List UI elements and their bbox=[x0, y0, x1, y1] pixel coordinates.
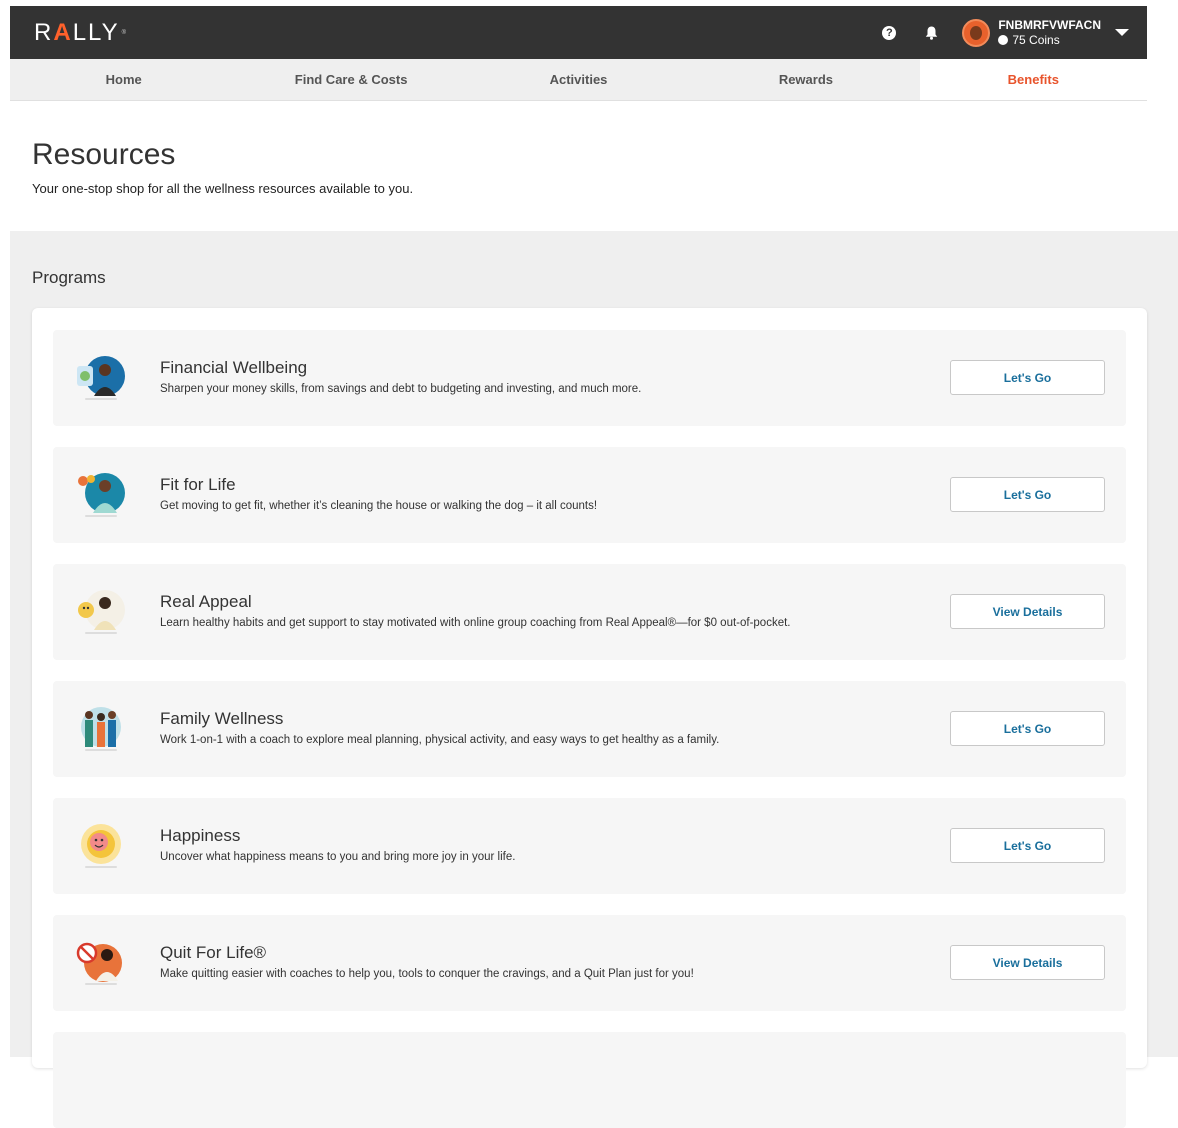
view-details-button[interactable]: View Details bbox=[950, 945, 1105, 980]
financial-wellbeing-icon bbox=[77, 356, 125, 400]
lets-go-button[interactable]: Let's Go bbox=[950, 477, 1105, 512]
program-description: Learn healthy habits and get support to … bbox=[160, 617, 791, 629]
chevron-down-icon[interactable] bbox=[1115, 29, 1129, 36]
programs-card: Financial Wellbeing Sharpen your money s… bbox=[32, 308, 1147, 1128]
page-title: Resources bbox=[32, 138, 176, 171]
view-details-button[interactable]: View Details bbox=[950, 594, 1105, 629]
program-description: Uncover what happiness means to you and … bbox=[160, 851, 516, 863]
avatar[interactable] bbox=[962, 18, 991, 47]
program-title: Financial Wellbeing bbox=[160, 358, 308, 377]
tab-find-care-costs[interactable]: Find Care & Costs bbox=[237, 59, 464, 100]
program-title: Real Appeal bbox=[160, 592, 252, 611]
program-description: Work 1-on-1 with a coach to explore meal… bbox=[160, 734, 720, 746]
coin-balance: 75 Coins bbox=[998, 33, 1101, 47]
bell-icon[interactable] bbox=[920, 22, 942, 44]
rally-logo[interactable]: R A LLY ® bbox=[34, 19, 128, 47]
program-item: Financial Wellbeing Sharpen your money s… bbox=[53, 330, 1126, 426]
program-item: Family Wellness Work 1-on-1 with a coach… bbox=[53, 681, 1126, 777]
program-description: Get moving to get fit, whether it’s clea… bbox=[160, 500, 598, 512]
fit-for-life-icon bbox=[78, 473, 125, 517]
program-description: Sharpen your money skills, from savings … bbox=[160, 383, 642, 395]
page-header: Resources Your one-stop shop for all the… bbox=[32, 138, 413, 196]
page-subtitle: Your one-stop shop for all the wellness … bbox=[32, 181, 414, 196]
coin-icon bbox=[998, 35, 1009, 45]
program-item: Happiness Uncover what happiness means t… bbox=[53, 798, 1126, 894]
program-title: Family Wellness bbox=[160, 709, 284, 728]
happiness-icon bbox=[81, 824, 121, 868]
real-appeal-icon bbox=[78, 590, 125, 634]
user-name: FNBMRFVWFACN bbox=[998, 18, 1101, 32]
program-title: Fit for Life bbox=[160, 475, 236, 494]
program-title: Quit For Life® bbox=[160, 943, 267, 962]
tab-activities[interactable]: Activities bbox=[465, 59, 692, 100]
lets-go-button[interactable]: Let's Go bbox=[950, 360, 1105, 395]
help-icon[interactable]: ? bbox=[878, 22, 900, 44]
program-item: Quit For Life® Make quitting easier with… bbox=[53, 915, 1126, 1011]
lets-go-button[interactable]: Let's Go bbox=[950, 828, 1105, 863]
top-bar: R A LLY ® ? FNBMRFVWFACN 75 Coins bbox=[10, 6, 1147, 59]
quit-for-life-icon bbox=[76, 942, 122, 985]
family-wellness-icon bbox=[81, 707, 121, 751]
section-title-programs: Programs bbox=[32, 268, 106, 287]
logo-text-lly: LLY bbox=[72, 18, 120, 46]
tab-home[interactable]: Home bbox=[10, 59, 237, 100]
coin-count: 75 Coins bbox=[1012, 33, 1060, 47]
lets-go-button[interactable]: Let's Go bbox=[950, 711, 1105, 746]
program-item: Fit for Life Get moving to get fit, whet… bbox=[53, 447, 1126, 543]
tab-benefits[interactable]: Benefits bbox=[919, 59, 1148, 100]
logo-text-a: A bbox=[53, 18, 73, 46]
main-nav: Home Find Care & Costs Activities Reward… bbox=[10, 59, 1148, 101]
program-item bbox=[53, 1032, 1126, 1128]
logo-text-r: R bbox=[34, 18, 54, 46]
program-item: Real Appeal Learn healthy habits and get… bbox=[53, 564, 1126, 660]
program-title: Happiness bbox=[160, 826, 241, 845]
user-menu[interactable]: FNBMRFVWFACN 75 Coins bbox=[998, 18, 1101, 47]
program-description: Make quitting easier with coaches to hel… bbox=[160, 968, 694, 980]
tab-rewards[interactable]: Rewards bbox=[692, 59, 919, 100]
